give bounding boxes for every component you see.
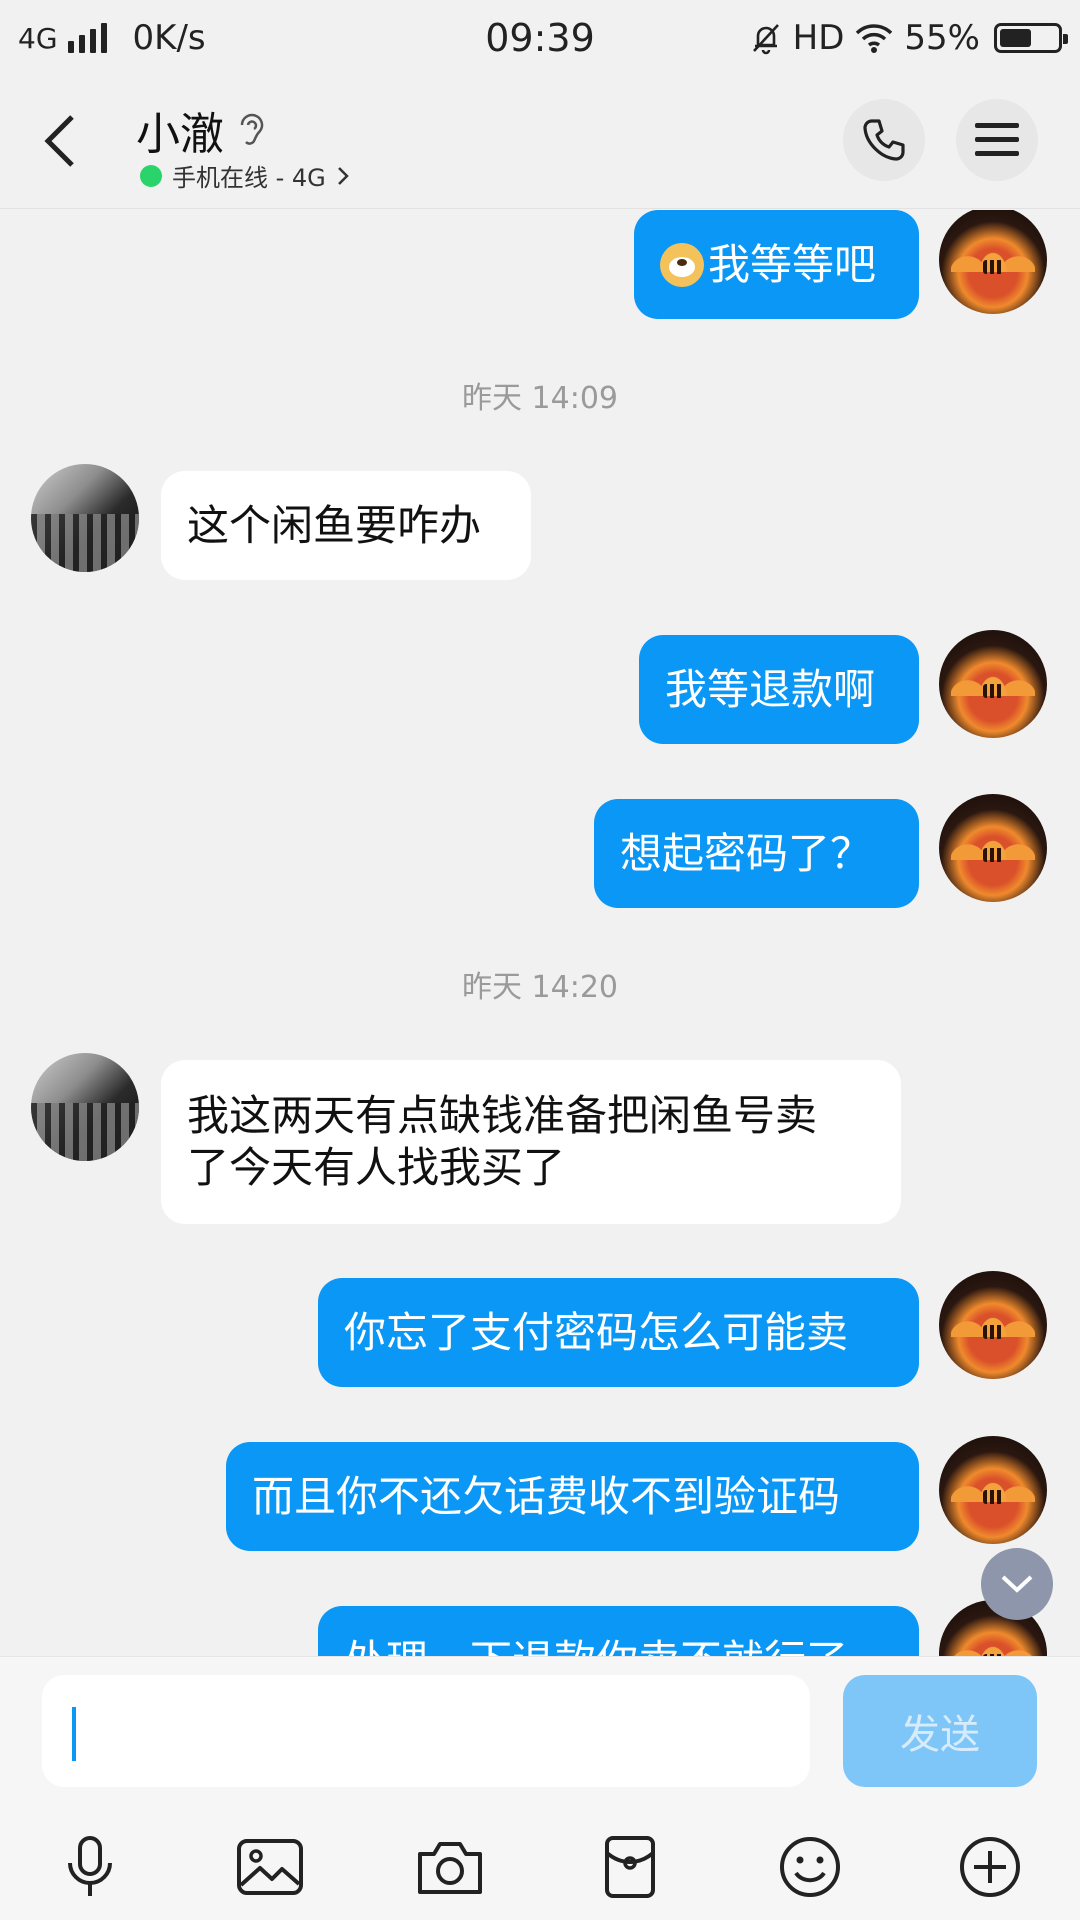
message-bubble-sent[interactable]: 你忘了支付密码怎么可能卖 <box>318 1278 919 1387</box>
message-text-line: 我这两天有点缺钱准备把闲鱼号卖 <box>187 1091 818 1140</box>
message-text: 这个闲鱼要咋办 <box>187 500 482 550</box>
image-icon <box>237 1839 303 1895</box>
contact-avatar[interactable] <box>31 1053 139 1161</box>
chat-header: 小澈 手机在线 - 4G <box>0 76 1080 209</box>
status-bar: 4G 0K/s 09:39 HD 55% <box>0 0 1080 76</box>
red-packet-button[interactable] <box>590 1827 670 1907</box>
menu-button[interactable] <box>956 99 1038 181</box>
voice-button[interactable] <box>50 1827 130 1907</box>
my-avatar[interactable] <box>939 794 1047 902</box>
text-cursor <box>72 1707 76 1761</box>
emoji-icon <box>780 1837 840 1897</box>
chevron-left-icon <box>44 115 74 167</box>
contact-name: 小澈 <box>136 109 224 160</box>
message-bubble-sent[interactable]: 处理一下退款你卖不就行了 <box>318 1606 919 1656</box>
my-avatar[interactable] <box>939 1271 1047 1379</box>
message-text: 你忘了支付密码怎么可能卖 <box>344 1307 849 1357</box>
scroll-to-bottom-button[interactable] <box>981 1548 1053 1620</box>
message-text: 我等等吧 <box>708 239 877 289</box>
my-avatar[interactable] <box>939 630 1047 738</box>
plus-icon <box>960 1837 1020 1897</box>
chevron-down-icon <box>1001 1575 1033 1593</box>
microphone-icon <box>68 1836 112 1896</box>
more-button[interactable] <box>950 1827 1030 1907</box>
photo-album-button[interactable] <box>230 1827 310 1907</box>
message-bubble-received[interactable]: 我这两天有点缺钱准备把闲鱼号卖 了今天有人找我买了 <box>161 1060 901 1224</box>
red-packet-icon <box>605 1836 655 1898</box>
input-area: 发送 <box>0 1656 1080 1920</box>
my-avatar[interactable] <box>939 1436 1047 1544</box>
phone-icon <box>863 119 905 161</box>
send-button[interactable]: 发送 <box>843 1675 1037 1787</box>
message-bubble-sent[interactable]: 我等等吧 <box>634 210 919 319</box>
clock: 09:39 <box>485 16 595 60</box>
timestamp: 昨天 14:09 <box>462 381 618 416</box>
hd-indicator: HD <box>792 18 845 58</box>
camera-icon <box>418 1842 482 1894</box>
camera-button[interactable] <box>410 1827 490 1907</box>
ear-icon <box>240 113 264 145</box>
message-bubble-sent[interactable]: 想起密码了？ <box>594 799 919 908</box>
message-text: 我等退款啊 <box>665 664 876 714</box>
back-button[interactable] <box>30 106 90 176</box>
chevron-right-icon <box>337 166 349 185</box>
message-bubble-received[interactable]: 这个闲鱼要咋办 <box>161 471 531 580</box>
message-input[interactable] <box>42 1675 810 1787</box>
my-avatar[interactable] <box>939 210 1047 314</box>
timestamp: 昨天 14:20 <box>462 970 618 1005</box>
battery-level <box>1000 29 1031 47</box>
message-list[interactable]: 我等等吧 昨天 14:09 这个闲鱼要咋办 我等退款啊 想起密码了？ 昨天 14… <box>0 210 1080 1656</box>
message-text-line: 了今天有人找我买了 <box>187 1143 566 1192</box>
emoji-button[interactable] <box>770 1827 850 1907</box>
network-type: 4G <box>18 21 58 55</box>
message-text: 想起密码了？ <box>620 828 873 878</box>
call-button[interactable] <box>843 99 925 181</box>
message-bubble-sent[interactable]: 我等退款啊 <box>639 635 919 744</box>
menu-icon <box>975 123 1019 156</box>
message-text: 而且你不还欠话费收不到验证码 <box>252 1471 841 1521</box>
tiger-emoji-icon <box>660 242 704 287</box>
input-toolbar <box>0 1807 1080 1907</box>
mute-bell-icon <box>752 24 779 55</box>
wifi-icon <box>856 24 893 53</box>
message-text: 处理一下退款你卖不就行了 <box>344 1635 848 1657</box>
online-dot <box>140 164 162 187</box>
contact-title[interactable]: 小澈 <box>136 98 266 162</box>
battery-percent: 55% <box>904 18 980 58</box>
network-speed: 0K/s <box>132 18 206 58</box>
online-status[interactable]: 手机在线 - 4G <box>140 158 350 193</box>
signal-icon <box>67 23 107 53</box>
message-bubble-sent[interactable]: 而且你不还欠话费收不到验证码 <box>226 1442 919 1551</box>
online-status-text: 手机在线 - 4G <box>172 164 326 192</box>
battery-icon <box>994 23 1068 53</box>
contact-avatar[interactable] <box>31 464 139 572</box>
